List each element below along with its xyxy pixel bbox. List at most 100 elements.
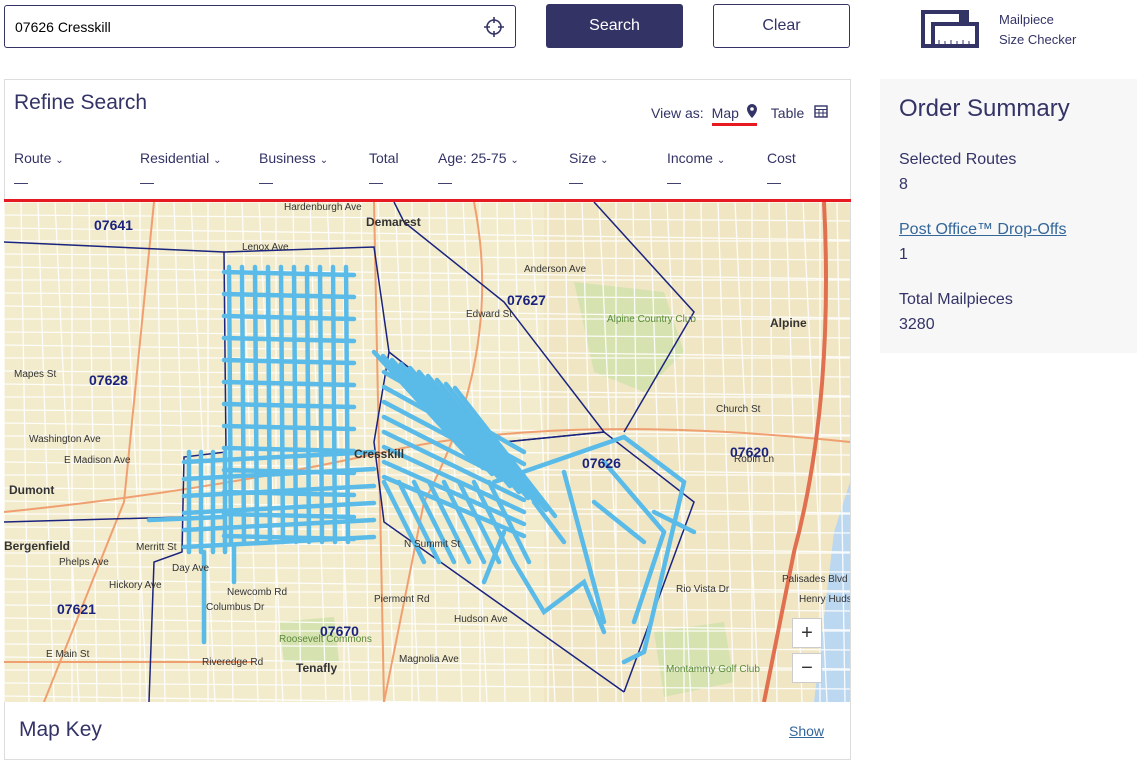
chevron-down-icon: ⌄	[600, 155, 609, 166]
total-mailpieces-label: Total Mailpieces	[899, 291, 1013, 308]
map[interactable]: 07641 Demarest Lenox Ave 07627 Alpine Countr…	[4, 202, 850, 702]
map-label: Dumont	[9, 483, 54, 497]
route-segment[interactable]	[221, 335, 357, 344]
zip-label: 07626	[582, 455, 621, 471]
crosshair-icon[interactable]	[483, 16, 505, 38]
column-value: —	[14, 174, 28, 190]
map-pin-icon	[746, 104, 757, 118]
map-label: Cresskill	[354, 447, 404, 461]
map-label: Newcomb Rd	[227, 587, 287, 598]
column-label: Total	[369, 150, 399, 166]
checker-line2: Size Checker	[999, 32, 1077, 47]
column-label: Age: 25-75	[438, 150, 507, 166]
zip-label: 07628	[89, 372, 128, 388]
route-segment[interactable]	[221, 401, 357, 410]
map-canvas[interactable]: 07641 Demarest Lenox Ave 07627 Alpine Countr…	[4, 202, 850, 702]
clear-button[interactable]: Clear	[713, 4, 850, 48]
column-size[interactable]: Size ⌄ —	[569, 150, 609, 190]
map-label: Church St	[716, 404, 761, 415]
map-label: Roosevelt Commons	[279, 634, 372, 645]
map-label: Alpine	[770, 316, 807, 330]
chevron-down-icon: ⌄	[55, 155, 64, 166]
map-label: Rio Vista Dr	[676, 584, 730, 595]
route-segment[interactable]	[146, 514, 227, 523]
map-label: Robin Ln	[734, 454, 774, 465]
chevron-down-icon: ⌄	[510, 155, 519, 166]
order-summary-title: Order Summary	[899, 95, 1070, 122]
column-label: Route	[14, 150, 52, 166]
route-segment[interactable]	[221, 511, 357, 520]
map-label: Edward St	[466, 309, 512, 320]
column-total: Total —	[369, 150, 399, 190]
view-as-label: View as:	[651, 104, 704, 121]
column-value: —	[140, 174, 154, 190]
column-label: Size	[569, 150, 597, 166]
column-label: Income	[667, 150, 713, 166]
map-label: Montammy Golf Club	[666, 664, 760, 675]
zip-label: 07621	[57, 601, 96, 617]
mailpiece-ruler-icon[interactable]	[921, 10, 979, 50]
map-label: Palisades Blvd	[782, 574, 848, 585]
route-segment[interactable]	[221, 291, 357, 300]
zoom-out-button[interactable]: −	[792, 653, 822, 683]
column-route[interactable]: Route ⌄ —	[14, 150, 64, 190]
route-segment[interactable]	[221, 445, 357, 454]
column-value: —	[438, 174, 452, 190]
view-toggle: View as: Map Table	[651, 99, 828, 126]
column-age-25-75[interactable]: Age: 25-75 ⌄ —	[438, 150, 519, 190]
map-label: Hudson Ave	[454, 614, 508, 625]
column-business[interactable]: Business ⌄ —	[259, 150, 328, 190]
map-label: Mapes St	[14, 369, 56, 380]
map-label: Hickory Ave	[109, 580, 162, 591]
map-label: Day Ave	[172, 563, 209, 574]
search-input[interactable]: 07626 Cresskill	[4, 5, 516, 48]
po-dropoffs-value: 1	[899, 246, 908, 263]
column-value: —	[667, 174, 681, 190]
column-label: Cost	[767, 150, 796, 166]
route-segment[interactable]	[221, 379, 357, 388]
route-segment[interactable]	[221, 357, 357, 366]
zoom-in-button[interactable]: +	[792, 618, 822, 648]
zip-label: 07641	[94, 217, 133, 233]
map-label: Magnolia Ave	[399, 654, 459, 665]
map-label: Merritt St	[136, 542, 177, 553]
map-label: Demarest	[366, 215, 421, 229]
route-segment[interactable]	[343, 264, 351, 545]
column-label: Business	[259, 150, 316, 166]
map-label: Anderson Ave	[524, 264, 587, 275]
search-button[interactable]: Search	[546, 4, 683, 48]
column-value: —	[369, 174, 383, 190]
column-label: Residential	[140, 150, 210, 166]
map-label: Tenafly	[296, 661, 337, 675]
table-icon	[814, 104, 828, 118]
route-segment[interactable]	[221, 313, 357, 322]
refine-title: Refine Search	[14, 91, 148, 114]
table-label: Table	[770, 104, 805, 121]
selected-routes-label: Selected Routes	[899, 151, 1017, 168]
column-income[interactable]: Income ⌄ —	[667, 150, 725, 190]
map-label: Riveredge Rd	[202, 657, 263, 668]
map-label: E Main St	[46, 649, 90, 660]
chevron-down-icon: ⌄	[213, 155, 222, 166]
total-mailpieces-value: 3280	[899, 316, 935, 333]
column-value: —	[767, 174, 781, 190]
column-residential[interactable]: Residential ⌄ —	[140, 150, 222, 190]
map-label: N Summit St	[404, 539, 460, 550]
mailpiece-size-checker-link[interactable]: Mailpiece Size Checker	[999, 10, 1076, 50]
search-value: 07626 Cresskill	[15, 19, 111, 35]
map-label: Henry Hudson Dr	[799, 594, 850, 605]
route-segment[interactable]	[221, 423, 357, 432]
map-label: Phelps Ave	[59, 557, 109, 568]
view-table-tab[interactable]: Table	[771, 105, 828, 121]
po-dropoffs-link[interactable]: Post Office™ Drop-Offs	[899, 221, 1066, 239]
chevron-down-icon: ⌄	[716, 155, 726, 166]
route-segment[interactable]	[221, 269, 357, 278]
map-key-show-link[interactable]: Show	[789, 723, 824, 739]
map-label: Piermont Rd	[374, 594, 430, 605]
column-value: —	[569, 174, 583, 190]
map-label: Hardenburgh Ave	[284, 202, 362, 213]
map-label: Lenox Ave	[242, 242, 289, 253]
map-label: Columbus Dr	[206, 602, 265, 613]
view-map-tab[interactable]: Map	[711, 104, 757, 126]
checker-line1: Mailpiece	[999, 12, 1054, 27]
